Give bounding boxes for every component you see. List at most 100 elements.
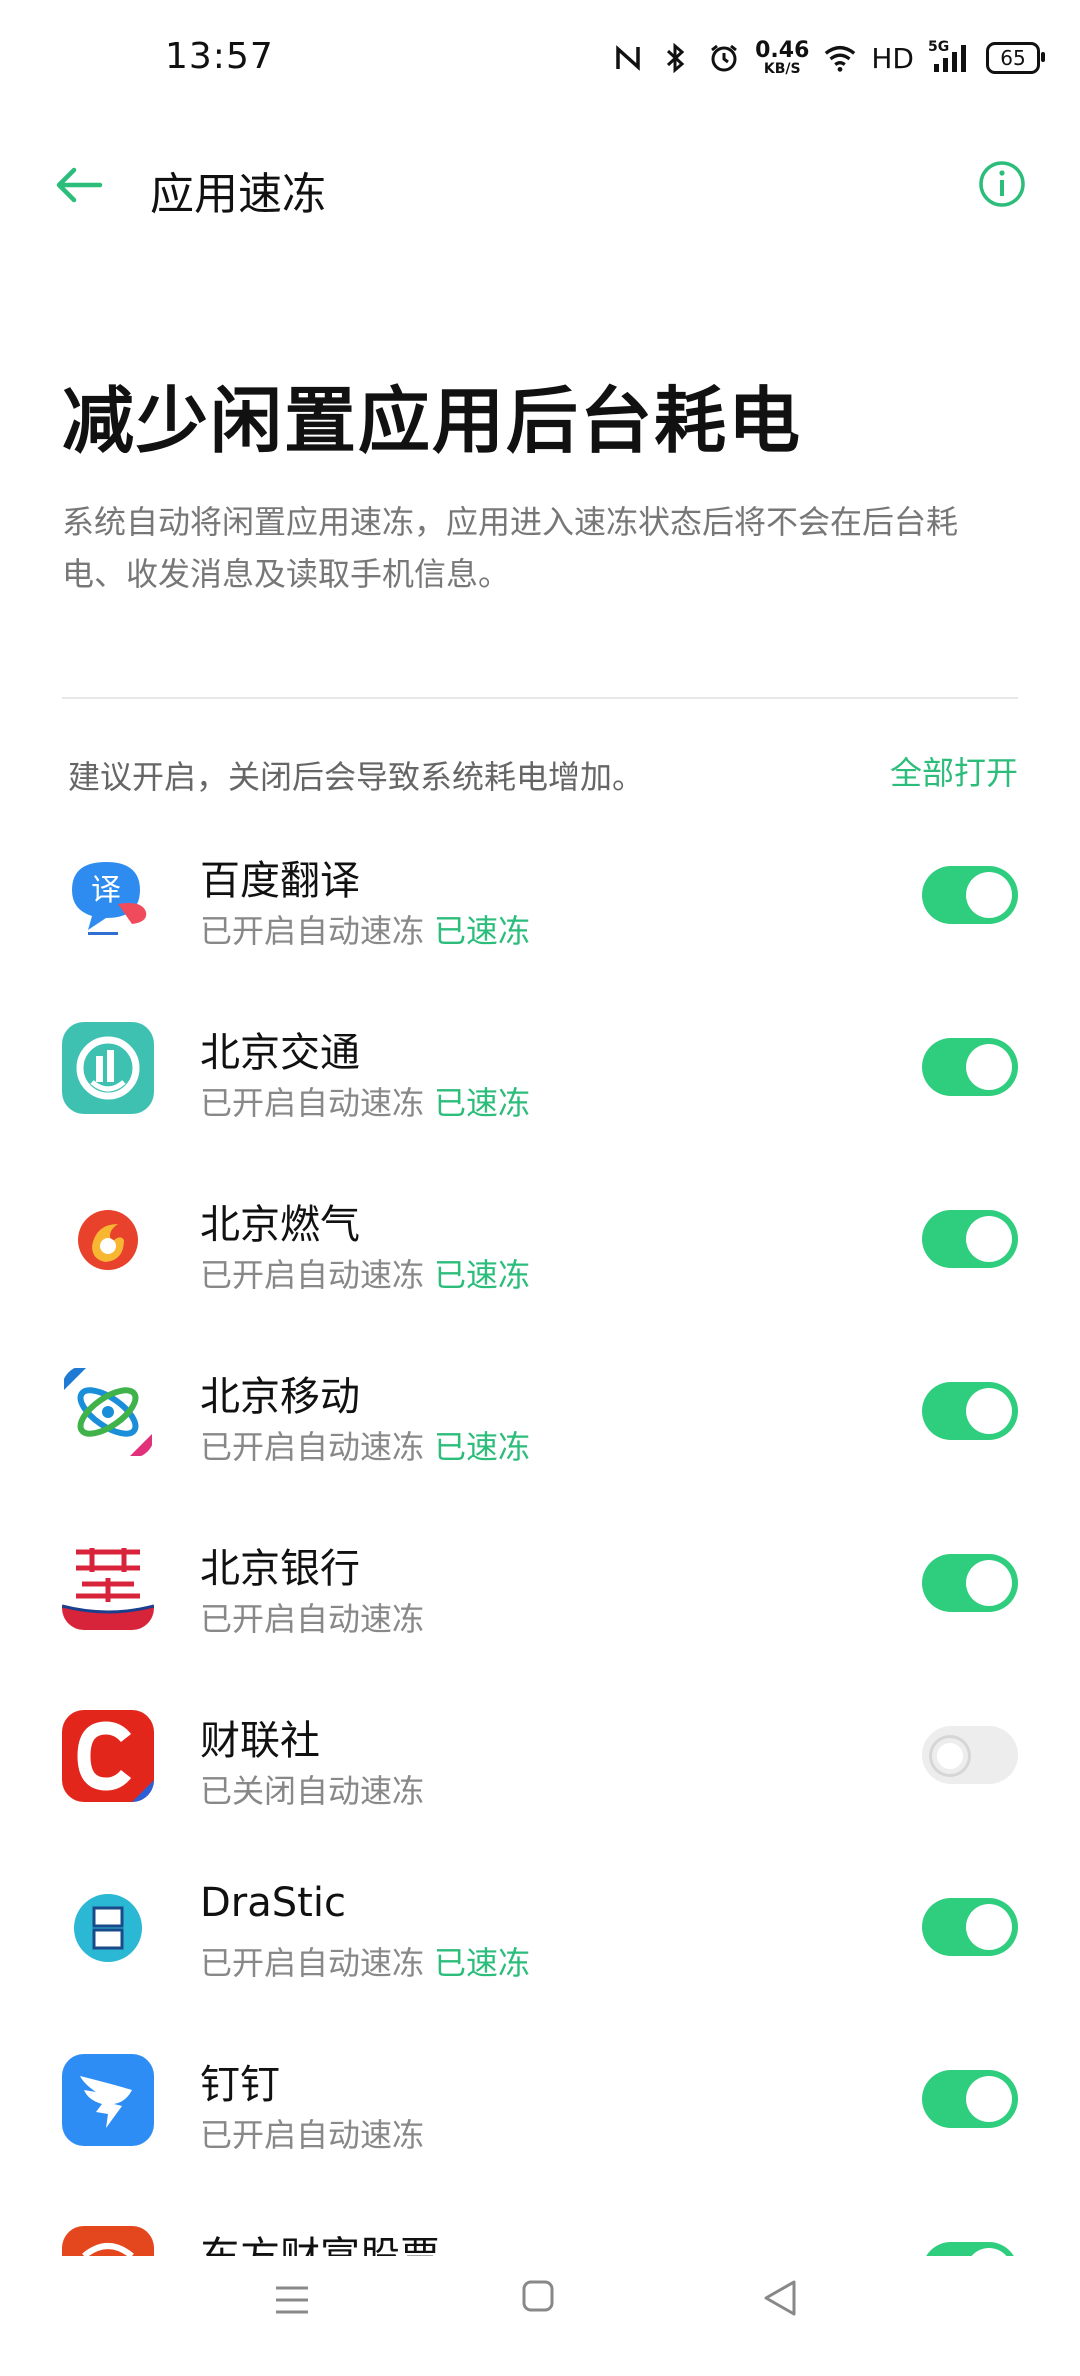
- net-speed: 0.46 KB/S: [755, 38, 810, 77]
- frozen-tag: 已速冻: [434, 912, 531, 950]
- beijing-gas-app-icon: [62, 1194, 154, 1286]
- app-row-dingtalk[interactable]: 钉钉 已开启自动速冻: [0, 2030, 1080, 2202]
- auto-freeze-toggle[interactable]: [922, 1038, 1018, 1096]
- app-name: 北京移动: [200, 1374, 360, 1420]
- app-name: DraStic: [200, 1880, 346, 1926]
- app-name: 北京银行: [200, 1546, 360, 1592]
- auto-freeze-toggle[interactable]: [922, 2070, 1018, 2128]
- cellular-signal-icon: 5G: [928, 39, 972, 75]
- eastmoney-app-icon: [62, 2226, 154, 2256]
- app-status: 已开启自动速冻 已速冻: [200, 906, 530, 952]
- bluetooth-icon: [659, 41, 693, 75]
- toggle-knob: [932, 1738, 968, 1774]
- battery-icon: 65: [986, 42, 1045, 74]
- nav-back-button[interactable]: [760, 2276, 800, 2320]
- auto-freeze-toggle[interactable]: [922, 1382, 1018, 1440]
- app-status: 已关闭自动速冻: [200, 1766, 434, 1812]
- app-status: 已开启自动速冻: [200, 2110, 434, 2156]
- app-row-beijing-traffic[interactable]: 北京交通 已开启自动速冻 已速冻: [0, 998, 1080, 1170]
- back-triangle-icon: [764, 2280, 796, 2316]
- auto-freeze-toggle[interactable]: [922, 2242, 1018, 2256]
- hero-title: 减少闲置应用后台耗电: [62, 379, 803, 463]
- app-status-text: 已关闭自动速冻: [200, 1772, 425, 1810]
- net-speed-unit: KB/S: [763, 61, 801, 77]
- app-row-cailianshe[interactable]: 财联社 已关闭自动速冻: [0, 1686, 1080, 1858]
- app-status-text: 已开启自动速冻: [200, 2116, 425, 2154]
- beijing-mobile-app-icon: [62, 1366, 154, 1458]
- app-bar: 应用速冻: [0, 130, 1080, 240]
- menu-icon: [276, 2286, 308, 2314]
- alarm-icon: [707, 41, 741, 75]
- app-row-bank-of-beijing[interactable]: 北京银行 已开启自动速冻: [0, 1514, 1080, 1686]
- hd-label: HD: [871, 41, 914, 75]
- divider: [62, 697, 1018, 699]
- app-status: 已开启自动速冻 已速冻: [200, 1078, 530, 1124]
- auto-freeze-toggle[interactable]: [922, 1210, 1018, 1268]
- app-name: 东方财富股票: [200, 2224, 440, 2256]
- app-row-eastmoney[interactable]: 东方财富股票: [0, 2202, 1080, 2256]
- auto-freeze-toggle[interactable]: [922, 1554, 1018, 1612]
- baidu-translate-app-icon: 译: [62, 850, 154, 942]
- toggle-knob: [966, 2248, 1012, 2256]
- bank-of-beijing-app-icon: [62, 1538, 154, 1630]
- toggle-knob: [966, 1388, 1012, 1434]
- frozen-tag: 已速冻: [434, 1084, 531, 1122]
- navigation-bar: [0, 2256, 1080, 2376]
- back-button[interactable]: [50, 160, 110, 210]
- hero-description: 系统自动将闲置应用速冻，应用进入速冻状态后将不会在后台耗电、收发消息及读取手机信…: [62, 503, 959, 593]
- app-name: 钉钉: [200, 2062, 280, 2108]
- app-status-text: 已开启自动速冻: [200, 912, 425, 950]
- toggle-knob: [966, 1904, 1012, 1950]
- app-status-text: 已开启自动速冻: [200, 1600, 425, 1638]
- cailianshe-app-icon: [62, 1710, 154, 1802]
- toggle-knob: [966, 2076, 1012, 2122]
- signal-label: 5G: [928, 39, 950, 55]
- app-status-text: 已开启自动速冻: [200, 1944, 425, 1982]
- status-time: 13:57: [165, 36, 274, 77]
- app-name: 财联社: [200, 1718, 320, 1764]
- app-status-text: 已开启自动速冻: [200, 1428, 425, 1466]
- app-row-beijing-mobile[interactable]: 北京移动 已开启自动速冻 已速冻: [0, 1342, 1080, 1514]
- arrow-left-icon: [56, 167, 103, 203]
- info-button[interactable]: [978, 160, 1026, 208]
- auto-freeze-toggle[interactable]: [922, 1726, 1018, 1784]
- page-title: 应用速冻: [150, 169, 326, 220]
- nfc-icon: [611, 41, 645, 75]
- home-square-icon: [522, 2280, 554, 2312]
- app-status: 已开启自动速冻 已速冻: [200, 1250, 530, 1296]
- app-name: 百度翻译: [200, 858, 360, 904]
- status-bar: 13:57 0.46 KB/S HD 5G 65: [0, 0, 1080, 120]
- app-status: 已开启自动速冻: [200, 1594, 434, 1640]
- beijing-traffic-app-icon: [62, 1022, 154, 1114]
- frozen-tag: 已速冻: [434, 1256, 531, 1294]
- frozen-tag: 已速冻: [434, 1428, 531, 1466]
- app-row-baidu-translate[interactable]: 译 百度翻译 已开启自动速冻 已速冻: [0, 826, 1080, 998]
- enable-all-button[interactable]: 全部打开: [890, 748, 1018, 794]
- app-status: 已开启自动速冻 已速冻: [200, 1938, 530, 1984]
- svg-text:译: 译: [91, 873, 121, 908]
- wifi-icon: [823, 41, 857, 75]
- app-status: 已开启自动速冻 已速冻: [200, 1422, 530, 1468]
- app-list: 译 百度翻译 已开启自动速冻 已速冻 北京交通 已开启自动速冻 已速冻 北京燃气 已…: [0, 826, 1080, 2256]
- auto-freeze-toggle[interactable]: [922, 1898, 1018, 1956]
- frozen-tag: 已速冻: [434, 1944, 531, 1982]
- toggle-knob: [966, 1560, 1012, 1606]
- status-icons: 0.46 KB/S HD 5G 65: [611, 36, 1045, 80]
- toggle-knob: [966, 1044, 1012, 1090]
- toggle-knob: [966, 1216, 1012, 1262]
- app-name: 北京燃气: [200, 1202, 360, 1248]
- info-circle-icon: [979, 161, 1025, 207]
- app-name: 北京交通: [200, 1030, 360, 1076]
- drastic-app-icon: [62, 1882, 154, 1974]
- toggle-knob: [966, 872, 1012, 918]
- dingtalk-app-icon: [62, 2054, 154, 2146]
- recent-apps-button[interactable]: [272, 2282, 312, 2318]
- app-status-text: 已开启自动速冻: [200, 1256, 425, 1294]
- app-row-beijing-gas[interactable]: 北京燃气 已开启自动速冻 已速冻: [0, 1170, 1080, 1342]
- app-status-text: 已开启自动速冻: [200, 1084, 425, 1122]
- auto-freeze-toggle[interactable]: [922, 866, 1018, 924]
- home-button[interactable]: [520, 2278, 556, 2314]
- app-row-drastic[interactable]: DraStic 已开启自动速冻 已速冻: [0, 1858, 1080, 2030]
- net-speed-value: 0.46: [755, 38, 810, 63]
- section-note: 建议开启，关闭后会导致系统耗电增加。: [68, 758, 645, 796]
